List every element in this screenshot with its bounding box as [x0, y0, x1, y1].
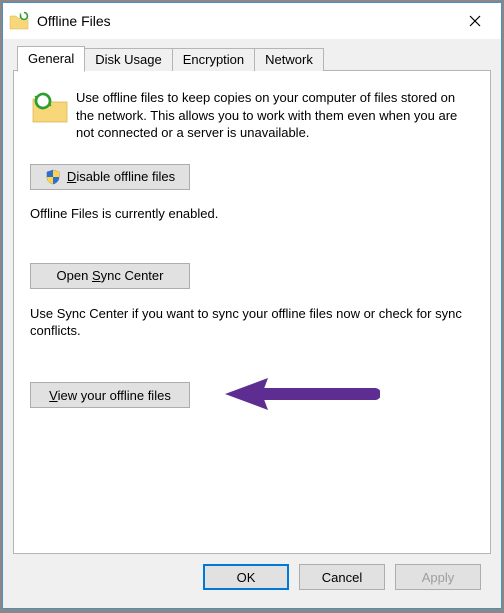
apply-button: Apply [395, 564, 481, 590]
dialog-footer: OK Cancel Apply [13, 554, 491, 600]
disable-offline-files-button[interactable]: Disable offline files [30, 164, 190, 190]
cancel-button[interactable]: Cancel [299, 564, 385, 590]
client-area: General Disk Usage Encryption Network [3, 39, 501, 608]
view-button-label: View your offline files [49, 388, 171, 403]
uac-shield-icon [45, 169, 61, 185]
ok-button[interactable]: OK [203, 564, 289, 590]
tab-network[interactable]: Network [254, 48, 324, 71]
tab-disk-usage[interactable]: Disk Usage [84, 48, 172, 71]
view-row: View your offline files [30, 376, 474, 415]
tab-encryption[interactable]: Encryption [172, 48, 255, 71]
folder-sync-icon [9, 11, 29, 31]
disable-button-label: Disable offline files [67, 169, 175, 184]
sync-description: Use Sync Center if you want to sync your… [30, 305, 474, 340]
status-text: Offline Files is currently enabled. [30, 206, 474, 221]
folder-sync-large-icon [30, 89, 70, 127]
tab-general[interactable]: General [17, 46, 85, 72]
dialog-window: Offline Files General Disk Usage Encrypt… [2, 2, 502, 609]
window-title: Offline Files [37, 13, 455, 29]
intro-block: Use offline files to keep copies on your… [30, 89, 474, 142]
annotation-arrow-icon [220, 376, 380, 415]
close-button[interactable] [455, 6, 495, 36]
close-icon [469, 15, 481, 27]
open-sync-center-button[interactable]: Open Sync Center [30, 263, 190, 289]
intro-text: Use offline files to keep copies on your… [76, 89, 474, 142]
view-offline-files-button[interactable]: View your offline files [30, 382, 190, 408]
tab-strip: General Disk Usage Encryption Network [13, 47, 491, 71]
titlebar: Offline Files [3, 3, 501, 39]
tab-panel-general: Use offline files to keep copies on your… [13, 70, 491, 554]
sync-block: Open Sync Center [30, 263, 474, 289]
sync-button-label: Open Sync Center [57, 268, 164, 283]
